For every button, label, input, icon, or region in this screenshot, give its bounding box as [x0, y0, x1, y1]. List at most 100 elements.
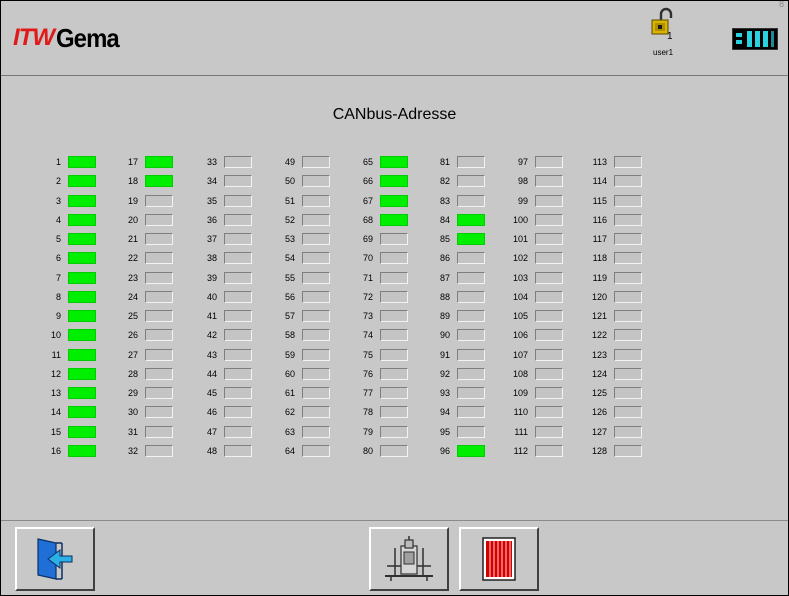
address-row: 54 [267, 252, 347, 266]
address-status-active [68, 272, 96, 284]
address-row: 93 [422, 387, 502, 401]
address-status-inactive [457, 156, 485, 168]
grid-button[interactable] [459, 527, 539, 591]
address-status-inactive [145, 349, 173, 361]
address-status-inactive [302, 349, 330, 361]
address-status-inactive [380, 406, 408, 418]
address-number: 8 [55, 292, 61, 302]
address-row: 27 [110, 349, 190, 363]
address-status-inactive [457, 406, 485, 418]
address-row: 85 [422, 233, 502, 247]
address-number: 40 [206, 292, 217, 302]
address-number: 2 [55, 176, 61, 186]
address-number: 1 [55, 157, 61, 167]
address-number: 7 [55, 273, 61, 283]
address-number: 124 [591, 369, 607, 379]
address-row: 78 [345, 406, 425, 420]
address-number: 69 [362, 234, 373, 244]
address-number: 97 [517, 157, 528, 167]
address-status-inactive [145, 329, 173, 341]
address-status-inactive [614, 233, 642, 245]
address-status-inactive [224, 156, 252, 168]
address-row: 125 [579, 387, 659, 401]
address-status-inactive [535, 310, 563, 322]
address-number: 93 [439, 388, 450, 398]
control-unit-icon[interactable] [732, 28, 778, 50]
itw-gema-logo: ITW Gema [13, 23, 124, 53]
address-row: 81 [422, 156, 502, 170]
address-row: 58 [267, 329, 347, 343]
address-number: 75 [362, 350, 373, 360]
address-row: 103 [500, 272, 580, 286]
address-status-active [68, 387, 96, 399]
address-row: 104 [500, 291, 580, 305]
address-number: 45 [206, 388, 217, 398]
address-row: 37 [189, 233, 269, 247]
address-row: 92 [422, 368, 502, 382]
address-number: 61 [284, 388, 295, 398]
address-number: 88 [439, 292, 450, 302]
logo-itw-text: ITW [13, 24, 55, 51]
address-number: 52 [284, 215, 295, 225]
address-row: 65 [345, 156, 425, 170]
address-status-inactive [614, 329, 642, 341]
address-status-inactive [380, 310, 408, 322]
address-number: 121 [591, 311, 607, 321]
address-status-inactive [224, 349, 252, 361]
address-row: 110 [500, 406, 580, 420]
address-number: 86 [439, 253, 450, 263]
address-row: 111 [500, 426, 580, 440]
address-row: 79 [345, 426, 425, 440]
address-status-active [68, 175, 96, 187]
address-number: 62 [284, 407, 295, 417]
address-row: 19 [110, 195, 190, 209]
address-row: 11 [33, 349, 113, 363]
address-row: 39 [189, 272, 269, 286]
address-row: 98 [500, 175, 580, 189]
address-row: 70 [345, 252, 425, 266]
address-number: 91 [439, 350, 450, 360]
address-number: 21 [127, 234, 138, 244]
address-status-inactive [224, 329, 252, 341]
address-status-inactive [302, 272, 330, 284]
gun-unit-button[interactable] [369, 527, 449, 591]
address-status-inactive [535, 426, 563, 438]
address-number: 51 [284, 196, 295, 206]
address-status-inactive [224, 445, 252, 457]
address-row: 71 [345, 272, 425, 286]
address-status-inactive [224, 368, 252, 380]
address-number: 20 [127, 215, 138, 225]
address-status-inactive [457, 368, 485, 380]
address-row: 87 [422, 272, 502, 286]
address-status-inactive [614, 291, 642, 303]
user-name-label: user1 [653, 48, 674, 57]
page-title: CANbus-Adresse [332, 106, 457, 123]
address-status-inactive [145, 195, 173, 207]
address-row: 102 [500, 252, 580, 266]
address-row: 29 [110, 387, 190, 401]
address-row: 95 [422, 426, 502, 440]
address-status-inactive [145, 214, 173, 226]
address-status-inactive [145, 426, 173, 438]
address-number: 67 [362, 196, 373, 206]
exit-door-icon [37, 538, 73, 580]
address-row: 113 [579, 156, 659, 170]
address-number: 25 [127, 311, 138, 321]
address-row: 123 [579, 349, 659, 363]
address-row: 44 [189, 368, 269, 382]
address-row: 80 [345, 445, 425, 459]
address-number: 28 [127, 369, 138, 379]
exit-button[interactable] [15, 527, 95, 591]
address-number: 100 [512, 215, 528, 225]
address-number: 44 [206, 369, 217, 379]
address-number: 47 [206, 427, 217, 437]
address-number: 80 [362, 446, 373, 456]
address-number: 71 [362, 273, 373, 283]
address-number: 43 [206, 350, 217, 360]
address-row: 64 [267, 445, 347, 459]
address-row: 117 [579, 233, 659, 247]
address-status-inactive [535, 329, 563, 341]
address-status-inactive [145, 272, 173, 284]
address-row: 8 [33, 291, 113, 305]
address-row: 47 [189, 426, 269, 440]
